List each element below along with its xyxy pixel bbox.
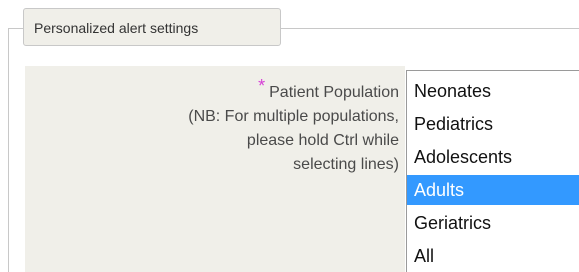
patient-population-label: Patient Population	[269, 84, 399, 101]
multi-select-note-line-2: please hold Ctrl while	[246, 132, 399, 149]
option-neonates[interactable]: Neonates	[407, 76, 579, 106]
patient-population-listbox[interactable]: Neonates Pediatrics Adolescents Adults G…	[406, 70, 579, 272]
option-adults[interactable]: Adults	[407, 175, 579, 205]
alert-settings-page: Personalized alert settings * Patient Pop…	[0, 0, 579, 272]
option-geriatrics[interactable]: Geriatrics	[407, 208, 579, 238]
patient-population-label-line: * Patient Population	[39, 76, 399, 105]
fieldset-border-left	[8, 28, 9, 272]
field-label-panel: * Patient Population (NB: For multiple po…	[25, 66, 405, 272]
fieldset-legend: Personalized alert settings	[23, 8, 281, 46]
legend-title: Personalized alert settings	[34, 20, 199, 36]
option-adolescents[interactable]: Adolescents	[407, 142, 579, 172]
required-marker: *	[258, 76, 266, 96]
multi-select-note-line-1: (NB: For multiple populations,	[188, 108, 399, 125]
patient-population-label-block: * Patient Population (NB: For multiple po…	[39, 76, 399, 177]
option-pediatrics[interactable]: Pediatrics	[407, 109, 579, 139]
option-all[interactable]: All	[407, 241, 579, 271]
multi-select-note-line-3: selecting lines)	[293, 156, 399, 173]
